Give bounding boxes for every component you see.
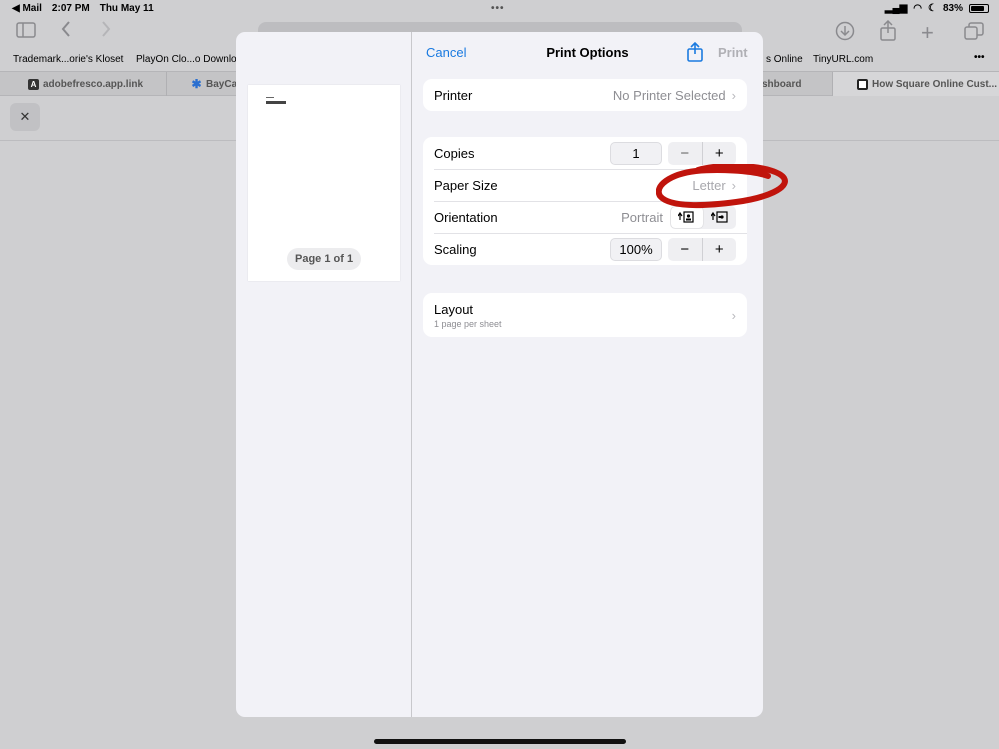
- close-icon[interactable]: ✕: [10, 103, 40, 131]
- tab-label: adobefresco.app.link: [43, 78, 144, 90]
- tab-favicon-icon: A: [28, 78, 39, 90]
- chevron-right-icon: ›: [731, 307, 736, 323]
- scaling-field[interactable]: 100%: [610, 237, 662, 261]
- favorite-link[interactable]: Trademark...orie's Kloset: [13, 54, 123, 65]
- signal-icon: ▂▄▆: [884, 3, 908, 14]
- battery-icon: [969, 4, 989, 13]
- increment-button[interactable]: +: [703, 238, 737, 261]
- tab-adobefresco[interactable]: A adobefresco.app.link: [0, 72, 167, 96]
- copies-label: Copies: [434, 145, 475, 161]
- page-count-label: Page 1 of 1: [287, 248, 362, 270]
- home-indicator[interactable]: [374, 739, 626, 744]
- red-annotation-circle: [656, 164, 788, 209]
- print-preview-pane: Page 1 of 1: [236, 32, 412, 717]
- printer-group: Printer No Printer Selected ›: [423, 79, 747, 111]
- share-icon[interactable]: [686, 41, 704, 62]
- decrement-button[interactable]: −: [668, 237, 703, 261]
- print-options-pane: Cancel Print Options Print Printer No Pr…: [412, 32, 763, 717]
- tab-square-online[interactable]: How Square Online Cust...: [833, 72, 999, 96]
- printer-value: No Printer Selected: [612, 87, 726, 103]
- chevron-right-icon: ›: [731, 87, 736, 103]
- tab-favicon-icon: ✱: [191, 77, 202, 91]
- tabs-icon[interactable]: [964, 22, 984, 45]
- status-bar: ◀ Mail 2:07 PM Thu May 11 ••• ▂▄▆ ◠ ☾ 83…: [0, 0, 999, 18]
- copies-stepper: − +: [668, 141, 737, 165]
- plus-icon[interactable]: +: [921, 20, 934, 46]
- print-options-dialog: Page 1 of 1 Cancel Print Options Print P…: [236, 32, 763, 717]
- thumbnail-text-line: [266, 97, 274, 98]
- copies-field[interactable]: 1: [610, 141, 662, 165]
- decrement-button[interactable]: −: [668, 141, 703, 165]
- layout-group: Layout 1 page per sheet ›: [423, 293, 747, 337]
- chevron-right-icon[interactable]: [100, 20, 112, 43]
- chevron-left-icon[interactable]: [60, 20, 72, 43]
- printer-row[interactable]: Printer No Printer Selected ›: [423, 79, 747, 111]
- back-to-app-link[interactable]: ◀ Mail: [12, 3, 42, 14]
- layout-label: Layout: [434, 301, 474, 317]
- increment-button[interactable]: +: [703, 142, 737, 165]
- printer-label: Printer: [434, 87, 473, 103]
- moon-icon: ☾: [928, 3, 937, 14]
- status-date: Thu May 11: [99, 3, 154, 14]
- scaling-stepper: − +: [668, 237, 737, 261]
- favorite-link[interactable]: TinyURL.com: [813, 54, 873, 65]
- favorite-link[interactable]: s Online: [766, 54, 803, 65]
- layout-row[interactable]: Layout 1 page per sheet ›: [423, 293, 747, 337]
- orientation-label: Orientation: [434, 209, 498, 225]
- sidebar-icon[interactable]: [16, 22, 36, 43]
- tab-label: How Square Online Cust...: [872, 78, 998, 90]
- more-favorites-icon[interactable]: •••: [974, 52, 985, 63]
- battery-percent: 83%: [942, 3, 963, 14]
- print-button[interactable]: Print: [718, 45, 748, 60]
- multitasking-dots-icon[interactable]: •••: [491, 3, 505, 14]
- tab-favicon-icon: [857, 78, 868, 90]
- layout-subtitle: 1 page per sheet: [434, 318, 502, 329]
- paper-size-label: Paper Size: [434, 177, 498, 193]
- favorite-link[interactable]: PlayOn Clo...o Downloa: [136, 54, 242, 65]
- share-icon[interactable]: [879, 19, 897, 47]
- scaling-label: Scaling: [434, 241, 477, 257]
- tab-label: shboard: [762, 78, 802, 90]
- thumbnail-text-line: [266, 101, 286, 104]
- wifi-icon: ◠: [913, 3, 923, 14]
- download-icon[interactable]: [835, 21, 855, 46]
- dialog-nav-bar: Cancel Print Options Print: [412, 32, 763, 74]
- status-time: 2:07 PM: [51, 3, 90, 14]
- scaling-row: Scaling 100% − +: [423, 233, 747, 265]
- dialog-title: Print Options: [546, 45, 629, 60]
